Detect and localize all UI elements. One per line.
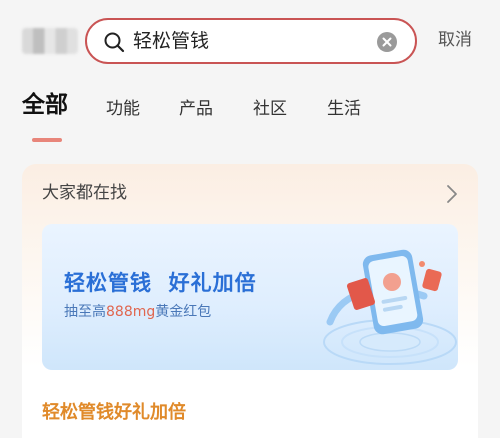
tab-features[interactable]: 功能 [106,96,140,122]
tab-community[interactable]: 社区 [253,96,287,122]
tab-products[interactable]: 产品 [179,96,213,122]
chevron-right-icon[interactable] [444,184,460,204]
active-tab-indicator [32,138,62,142]
tab-life[interactable]: 生活 [327,96,361,122]
top-bar: 轻松管钱 取消 [0,0,500,80]
phone-illustration-icon [323,249,457,365]
tab-all[interactable]: 全部 [22,92,68,118]
clear-icon[interactable] [377,32,397,52]
avatar[interactable] [22,28,78,54]
banner-subtitle-suffix: 黄金红包 [155,304,212,320]
promo-result-title[interactable]: 轻松管钱好礼加倍 [42,400,186,426]
banner-title: 轻松管钱 好礼加倍 [64,271,257,295]
promo-banner[interactable]: 轻松管钱 好礼加倍 抽至高888mg黄金红包 [42,224,458,370]
search-input[interactable]: 轻松管钱 [133,28,209,54]
card-header-title: 大家都在找 [42,183,127,203]
search-icon [104,32,125,53]
banner-subtitle: 抽至高888mg黄金红包 [64,302,211,322]
banner-subtitle-highlight: 888mg [106,304,156,320]
banner-subtitle-prefix: 抽至高 [64,304,106,320]
cancel-button[interactable]: 取消 [438,28,472,52]
results-card: 大家都在找 轻松管钱 好礼加倍 抽至高888mg黄金红包 轻松管钱好礼加倍 [22,164,478,438]
category-tabs: 全部 功能 产品 社区 生活 [0,86,500,146]
search-box[interactable]: 轻松管钱 [85,18,417,64]
